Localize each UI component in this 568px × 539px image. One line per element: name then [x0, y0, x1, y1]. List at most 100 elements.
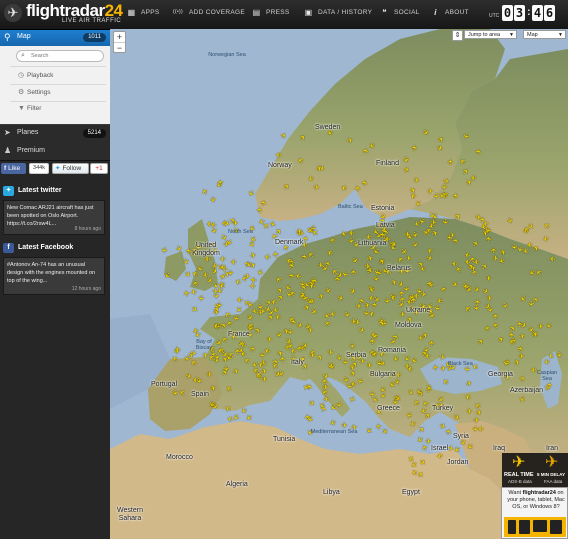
zoom-out-button[interactable]: − [114, 43, 125, 53]
aircraft-icon[interactable]: ✈ [233, 347, 243, 355]
aircraft-icon[interactable]: ✈ [446, 158, 456, 165]
aircraft-icon[interactable]: ✈ [451, 192, 461, 200]
aircraft-icon[interactable]: ✈ [399, 310, 406, 319]
phone-icon [508, 520, 516, 534]
aircraft-icon[interactable]: ✈ [489, 246, 499, 254]
aircraft-icon[interactable]: ✈ [515, 320, 524, 327]
aircraft-icon[interactable]: ✈ [435, 295, 444, 305]
submenu-filter[interactable]: ▼ Filter [18, 105, 41, 112]
aircraft-icon[interactable]: ✈ [548, 254, 556, 264]
aircraft-icon[interactable]: ✈ [349, 268, 358, 275]
aircraft-icon[interactable]: ✈ [255, 206, 264, 213]
aircraft-icon[interactable]: ✈ [209, 383, 218, 393]
aircraft-icon[interactable]: ✈ [265, 335, 273, 345]
aircraft-icon[interactable]: ✈ [486, 294, 493, 303]
aircraft-icon[interactable]: ✈ [485, 306, 495, 315]
submenu-settings[interactable]: ⚙ Settings [18, 88, 51, 96]
aircraft-icon[interactable]: ✈ [545, 381, 555, 389]
aircraft-icon[interactable]: ✈ [243, 271, 251, 281]
facebook-like-button[interactable]: f Like [1, 163, 26, 174]
twitter-follow-button[interactable]: ✦ Follow [52, 163, 89, 174]
aircraft-icon[interactable]: ✈ [389, 292, 397, 302]
aircraft-icon[interactable]: ✈ [206, 219, 213, 228]
aircraft-icon[interactable]: ✈ [261, 375, 269, 385]
map-type-select[interactable]: Map ▼ [523, 30, 566, 39]
aircraft-icon[interactable]: ✈ [235, 295, 243, 305]
aircraft-icon[interactable]: ✈ [554, 351, 563, 358]
aircraft-icon[interactable]: ✈ [300, 253, 310, 261]
aircraft-icon[interactable]: ✈ [225, 270, 234, 277]
jump-to-area-select[interactable]: Jump to area ▼ [464, 30, 517, 39]
aircraft-icon[interactable]: ✈ [230, 257, 237, 266]
aircraft-icon[interactable]: ✈ [208, 196, 218, 204]
aircraft-icon[interactable]: ✈ [485, 274, 492, 283]
aircraft-icon[interactable]: ✈ [194, 377, 204, 385]
aircraft-icon[interactable]: ✈ [360, 179, 370, 187]
aircraft-icon[interactable]: ✈ [289, 318, 299, 327]
aircraft-icon[interactable]: ✈ [426, 186, 434, 196]
nav-press[interactable]: ▤ PRESS [252, 9, 290, 17]
aircraft-icon[interactable]: ✈ [255, 303, 265, 311]
aircraft-icon[interactable]: ✈ [159, 246, 169, 255]
nav-social[interactable]: ❝ SOCIAL [380, 9, 420, 17]
google-plus-button[interactable]: +1 [90, 163, 108, 174]
aircraft-icon[interactable]: ✈ [350, 317, 357, 327]
sidebar-item-planes[interactable]: ➤ Planes 5214 [0, 124, 110, 144]
aircraft-icon[interactable]: ✈ [537, 322, 544, 331]
aircraft-icon[interactable]: ✈ [413, 291, 420, 300]
aircraft-icon[interactable]: ✈ [263, 252, 271, 262]
aircraft-icon[interactable]: ✈ [173, 346, 182, 356]
aircraft-icon[interactable]: ✈ [440, 218, 450, 226]
aircraft-icon[interactable]: ✈ [526, 301, 535, 308]
nav-about[interactable]: i ABOUT [431, 9, 469, 17]
aircraft-icon[interactable]: ✈ [465, 407, 473, 417]
aircraft-icon[interactable]: ✈ [481, 219, 489, 229]
collapse-icon[interactable]: ⇕ [452, 30, 463, 41]
aircraft-icon[interactable]: ✈ [170, 389, 180, 397]
aircraft-icon[interactable]: ✈ [439, 364, 447, 374]
aircraft-icon[interactable]: ✈ [404, 230, 411, 239]
map-canvas[interactable]: ✈ ✈ ✈ ✈ ✈ ✈ ✈ ✈ ✈ ✈ ✈ ✈ ✈ ✈ ✈ ✈ ✈ ✈ ✈ ✈ ✈ ✈ ✈ ✈ ✈ ✈ ✈ ✈ ✈ ✈ ✈ ✈ ✈ ✈ ✈ ✈ ✈ ✈ ✈ ✈… [110, 29, 568, 539]
search-input[interactable] [31, 51, 99, 61]
aircraft-icon[interactable]: ✈ [274, 150, 282, 160]
aircraft-icon[interactable]: ✈ [257, 351, 267, 359]
aircraft-icon[interactable]: ✈ [306, 326, 314, 336]
zoom-in-button[interactable]: + [114, 32, 125, 43]
mobile-app-promo[interactable]: Want flightradar24 on your phone, tablet… [501, 487, 568, 539]
aircraft-icon[interactable]: ✈ [295, 226, 303, 236]
aircraft-icon[interactable]: ✈ [232, 220, 239, 228]
aircraft-icon[interactable]: ✈ [470, 426, 479, 433]
sidebar-item-premium[interactable]: ♟ Premium [0, 143, 110, 161]
aircraft-icon[interactable]: ✈ [206, 370, 214, 380]
aircraft-icon[interactable]: ✈ [491, 312, 501, 320]
aircraft-icon[interactable]: ✈ [259, 199, 269, 207]
sidebar-item-map[interactable]: ⚲ Map 1011 [0, 30, 110, 46]
aircraft-icon[interactable]: ✈ [427, 220, 435, 230]
submenu-playback[interactable]: ◷ Playback [18, 71, 53, 79]
aircraft-icon[interactable]: ✈ [449, 231, 456, 241]
flightradar24-logo[interactable]: ✈ flightradar24 LIVE AIR TRAFFIC [4, 1, 123, 26]
aircraft-icon[interactable]: ✈ [472, 256, 480, 266]
aircraft-icon[interactable]: ✈ [424, 351, 432, 361]
country-label: Azerbaijan [510, 387, 544, 394]
gear-icon: ⚙ [18, 89, 25, 96]
aircraft-icon[interactable]: ✈ [412, 175, 420, 185]
aircraft-icon[interactable]: ✈ [451, 259, 458, 269]
aircraft-icon[interactable]: ✈ [374, 359, 384, 367]
aircraft-icon[interactable]: ✈ [196, 294, 206, 302]
aircraft-icon[interactable]: ✈ [312, 182, 320, 192]
aircraft-icon[interactable]: ✈ [271, 250, 281, 258]
aircraft-icon[interactable]: ✈ [518, 352, 525, 361]
aircraft-icon[interactable]: ✈ [525, 239, 533, 249]
search-field[interactable]: ⌕ [16, 50, 104, 62]
user-icon: ♟ [4, 146, 12, 155]
aircraft-icon[interactable]: ✈ [410, 144, 420, 153]
aircraft-icon[interactable]: ✈ [509, 243, 519, 250]
latest-facebook-post[interactable]: #Antonov An-74 has an unusual design wit… [3, 257, 105, 295]
nav-data-history[interactable]: ▣ DATA / HISTORY [304, 9, 372, 17]
nav-add-coverage[interactable]: ((•)) ADD COVERAGE [172, 9, 245, 16]
country-label: Iraq [493, 445, 506, 452]
latest-twitter-post[interactable]: New Comac ARJ21 aircraft has just been s… [3, 200, 105, 235]
nav-apps[interactable]: ▦ APPS [127, 9, 160, 17]
aircraft-icon[interactable]: ✈ [361, 147, 371, 155]
